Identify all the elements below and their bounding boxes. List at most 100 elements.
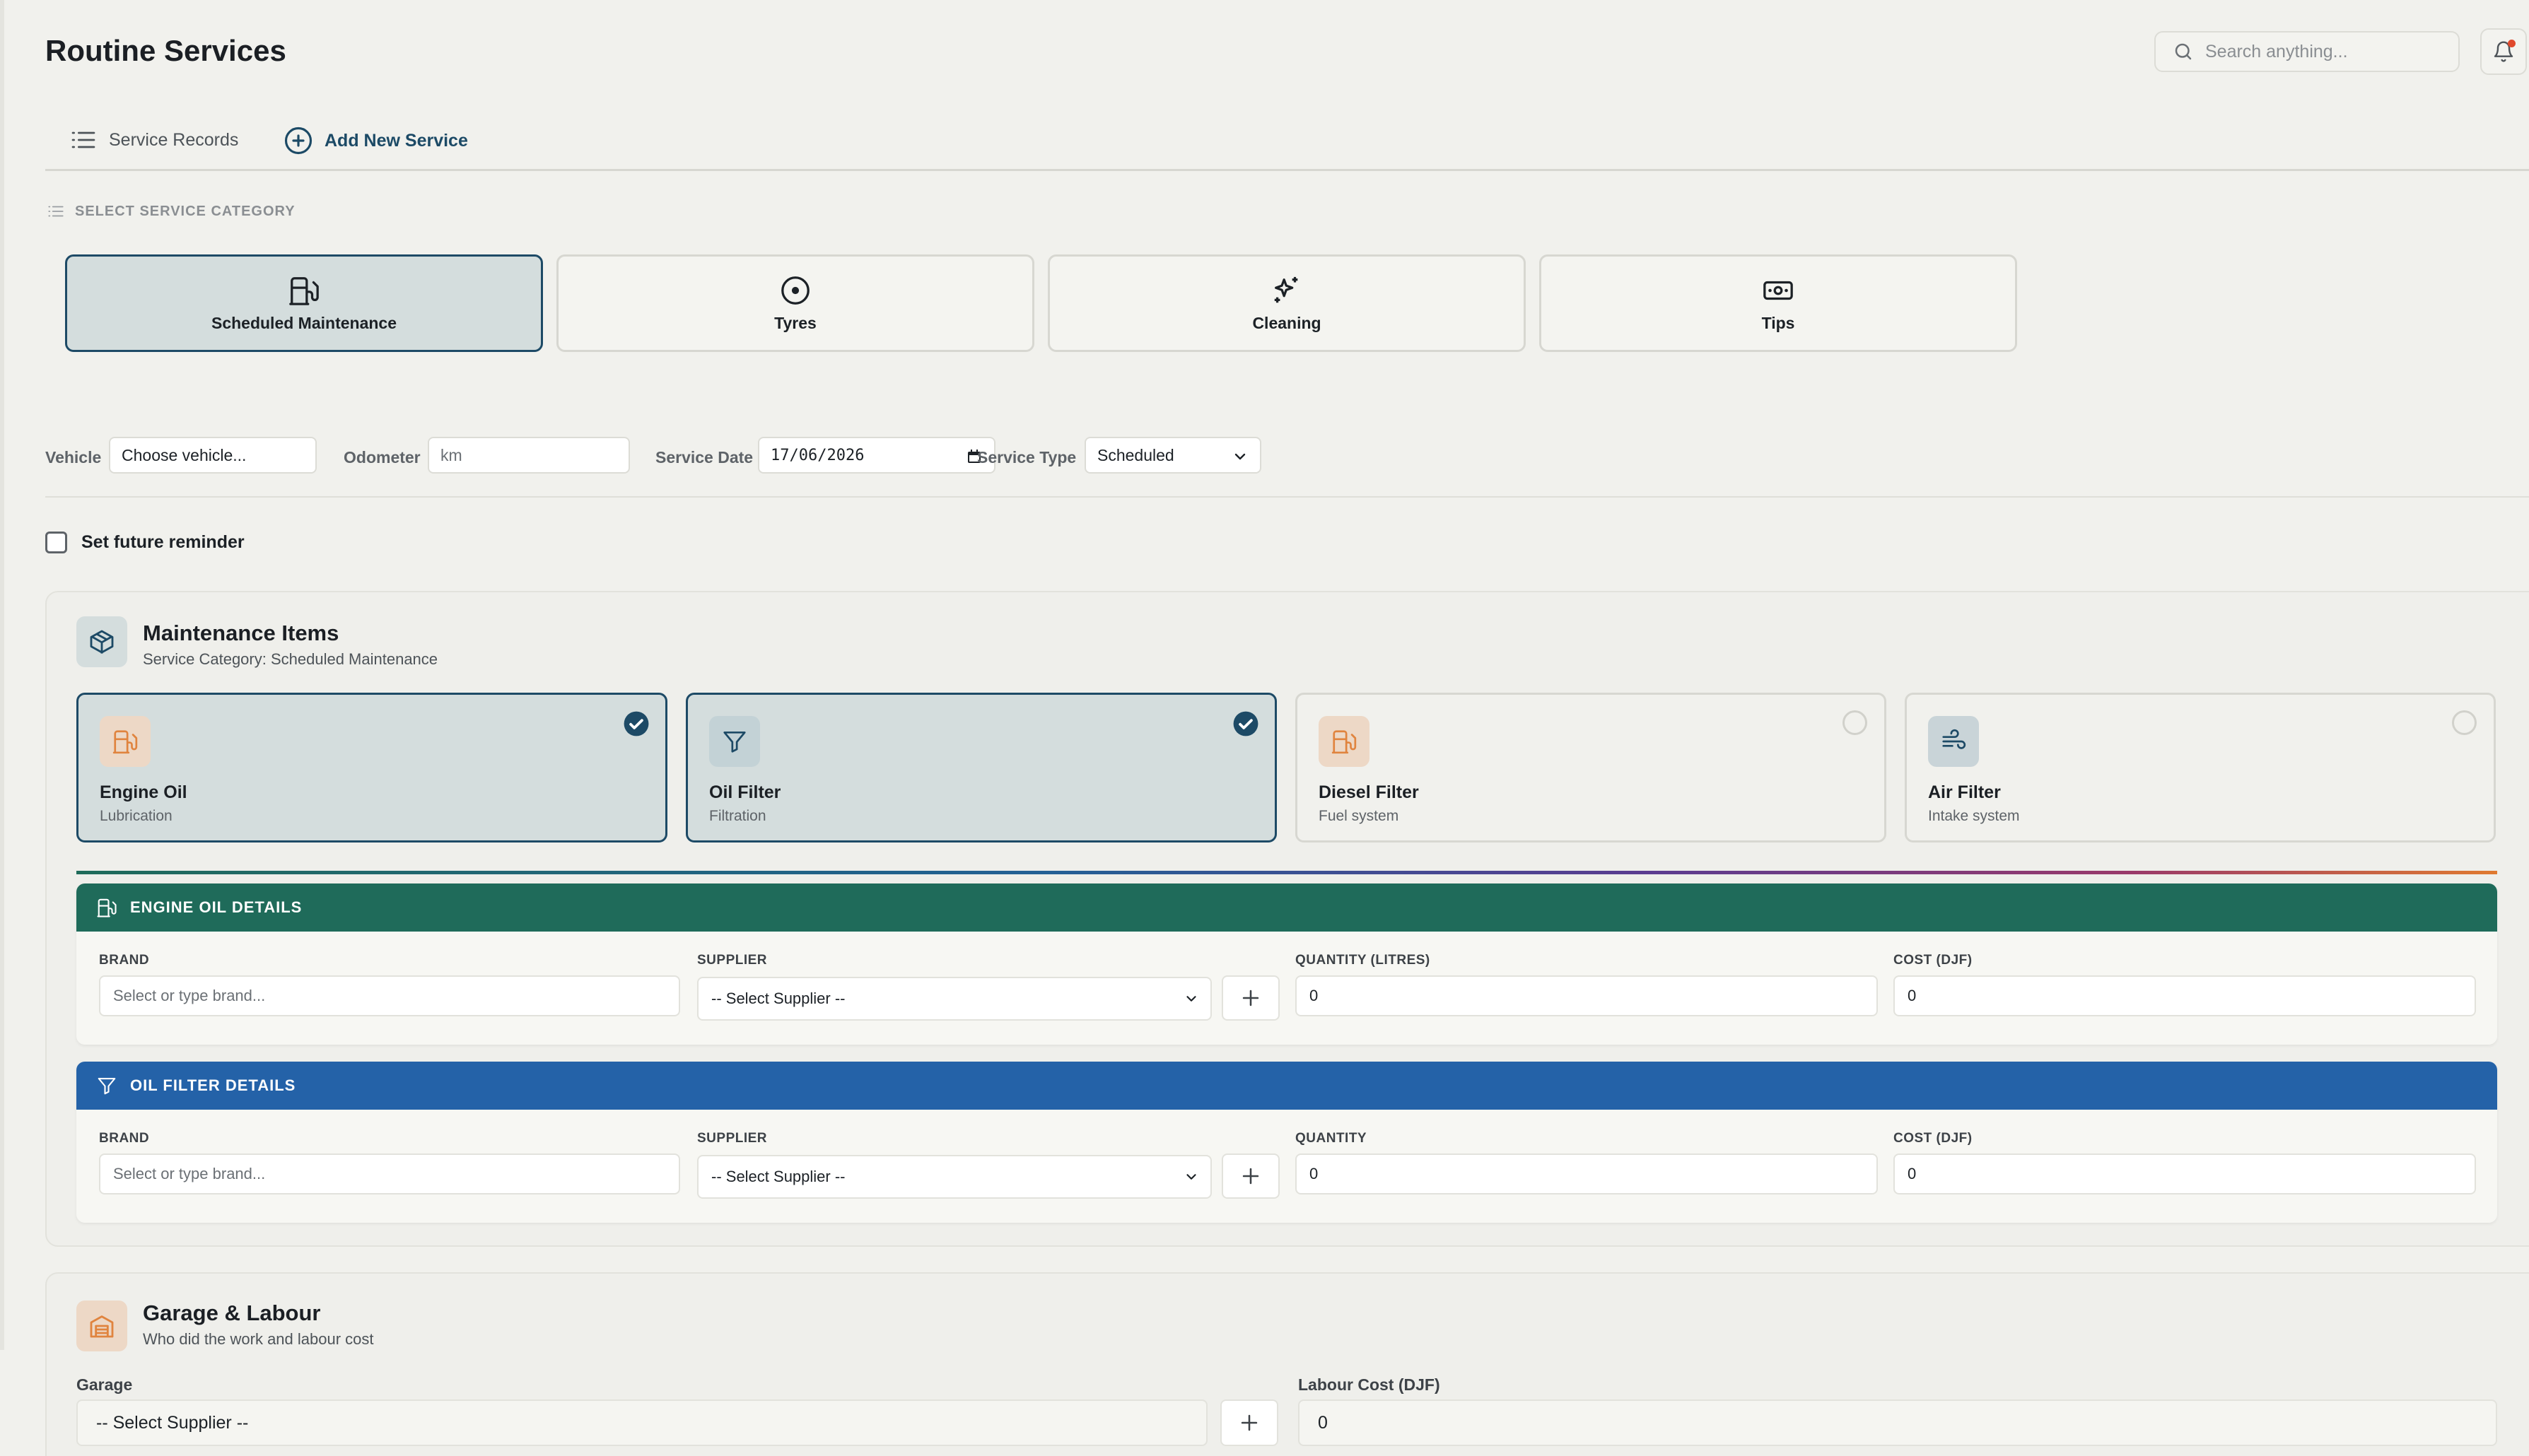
odometer-input[interactable]: km [428,437,630,474]
add-garage-button[interactable] [1220,1399,1278,1446]
plus-icon [1241,1414,1258,1431]
brand-placeholder: Select or type brand... [113,987,266,1004]
quantity-input[interactable]: 0 [1295,1153,1878,1194]
details-title: OIL FILTER DETAILS [130,1076,296,1094]
category-label: Tips [1761,313,1795,332]
quantity-label: QUANTITY [1295,1131,1367,1146]
garage-labour-panel: Garage & Labour Who did the work and lab… [45,1272,2529,1456]
cost-input[interactable]: 0 [1893,975,2476,1016]
fuel-pump-icon [1331,730,1357,754]
service-type-select[interactable]: Scheduled [1085,437,1261,474]
chevron-down-icon [1186,1174,1196,1180]
item-name: Oil Filter [709,782,781,802]
supplier-value: -- Select Supplier -- [711,990,846,1007]
future-reminder-toggle[interactable]: Set future reminder [45,532,245,553]
cost-value: 0 [1908,1165,1917,1182]
brand-label: BRAND [99,953,150,968]
item-subtitle: Lubrication [100,808,173,824]
category-heading-label: SELECT SERVICE CATEGORY [75,203,296,219]
brand-input[interactable]: Select or type brand... [99,1153,680,1194]
vehicle-label: Vehicle [45,448,102,466]
category-tips[interactable]: Tips [1539,254,2017,352]
panel-title: Garage & Labour [143,1301,321,1325]
notification-dot [2508,40,2516,47]
panel-title: Maintenance Items [143,621,339,645]
engine-oil-details-header: ENGINE OIL DETAILS [76,883,2497,932]
labour-cost-input[interactable]: 0 [1298,1399,2497,1446]
service-date-input[interactable]: 17/06/2026 [758,437,995,474]
service-date-label: Service Date [655,448,754,466]
oil-filter-details: OIL FILTER DETAILS BRAND Select or type … [76,1062,2497,1223]
garage-value: -- Select Supplier -- [96,1412,249,1433]
vehicle-select[interactable]: Choose vehicle... [109,437,317,474]
category-label: Scheduled Maintenance [211,313,397,332]
sidebar-edge [0,0,4,1350]
garage-label: Garage [76,1375,133,1394]
item-radio[interactable] [1842,710,1867,735]
cost-value: 0 [1908,987,1917,1004]
search-input[interactable] [2205,41,2446,62]
list-icon [71,131,95,148]
fuel-pump-icon [97,898,117,917]
service-type-label: Service Type [977,448,1077,466]
tab-service-records[interactable]: Service Records [69,126,238,154]
supplier-label: SUPPLIER [697,1131,768,1146]
tab-bar: Service Records Add New Service [45,122,2529,171]
category-heading: SELECT SERVICE CATEGORY [47,202,296,221]
brand-input[interactable]: Select or type brand... [99,975,680,1016]
package-icon [90,630,114,654]
category-scheduled-maintenance[interactable]: Scheduled Maintenance [65,254,543,352]
page-title: Routine Services [45,34,286,67]
check-circle-icon [1233,711,1258,736]
search-box[interactable] [2154,31,2460,72]
item-name: Engine Oil [100,782,187,802]
vehicle-value: Choose vehicle... [122,445,247,464]
item-card-engine-oil[interactable]: Engine Oil Lubrication [76,693,667,843]
service-form-row: Vehicle Choose vehicle... Odometer km Se… [45,437,2529,498]
reminder-checkbox[interactable] [45,532,67,553]
tab-add-new-service[interactable]: Add New Service [284,126,468,155]
brand-label: BRAND [99,1131,150,1146]
category-tyres[interactable]: Tyres [556,254,1034,352]
item-card-air-filter[interactable]: Air Filter Intake system [1905,693,2496,843]
cost-label: COST (DJF) [1893,953,1973,968]
item-icon-box [1928,716,1979,767]
item-card-oil-filter[interactable]: Oil Filter Filtration [686,693,1277,843]
list-icon [48,206,64,217]
chevron-down-icon [1186,996,1196,1002]
garage-icon [90,1315,114,1338]
add-supplier-button[interactable] [1222,1153,1280,1199]
plus-icon [1242,990,1259,1006]
panel-icon-box [76,1301,127,1351]
panel-icon-box [76,616,127,667]
garage-select[interactable]: -- Select Supplier -- [76,1399,1208,1446]
item-subtitle: Fuel system [1319,808,1399,824]
panel-subtitle: Service Category: Scheduled Maintenance [143,650,438,668]
supplier-select[interactable]: -- Select Supplier -- [697,1155,1212,1199]
category-label: Cleaning [1252,313,1321,332]
category-cleaning[interactable]: Cleaning [1048,254,1526,352]
section-divider [76,871,2497,874]
cost-input[interactable]: 0 [1893,1153,2476,1194]
notifications-button[interactable] [2480,28,2527,75]
odometer-label: Odometer [344,448,421,466]
wind-icon [1942,729,1966,749]
brand-placeholder: Select or type brand... [113,1165,266,1182]
sparkles-icon [1274,276,1298,303]
supplier-label: SUPPLIER [697,953,768,968]
odometer-placeholder: km [440,445,462,464]
item-card-diesel-filter[interactable]: Diesel Filter Fuel system [1295,693,1886,843]
search-icon [2175,43,2192,60]
quantity-value: 0 [1309,1165,1319,1182]
quantity-input[interactable]: 0 [1295,975,1878,1016]
quantity-label: QUANTITY (LITRES) [1295,953,1430,968]
item-name: Air Filter [1928,782,2001,802]
reminder-label: Set future reminder [81,532,245,552]
item-icon-box [1319,716,1369,767]
labour-cost-label: Labour Cost (DJF) [1298,1375,1440,1394]
item-radio[interactable] [2452,710,2477,735]
page: Routine Services Service Records Add New… [0,0,2529,1456]
add-supplier-button[interactable] [1222,975,1280,1021]
supplier-select[interactable]: -- Select Supplier -- [697,977,1212,1021]
filter-icon [98,1077,116,1095]
